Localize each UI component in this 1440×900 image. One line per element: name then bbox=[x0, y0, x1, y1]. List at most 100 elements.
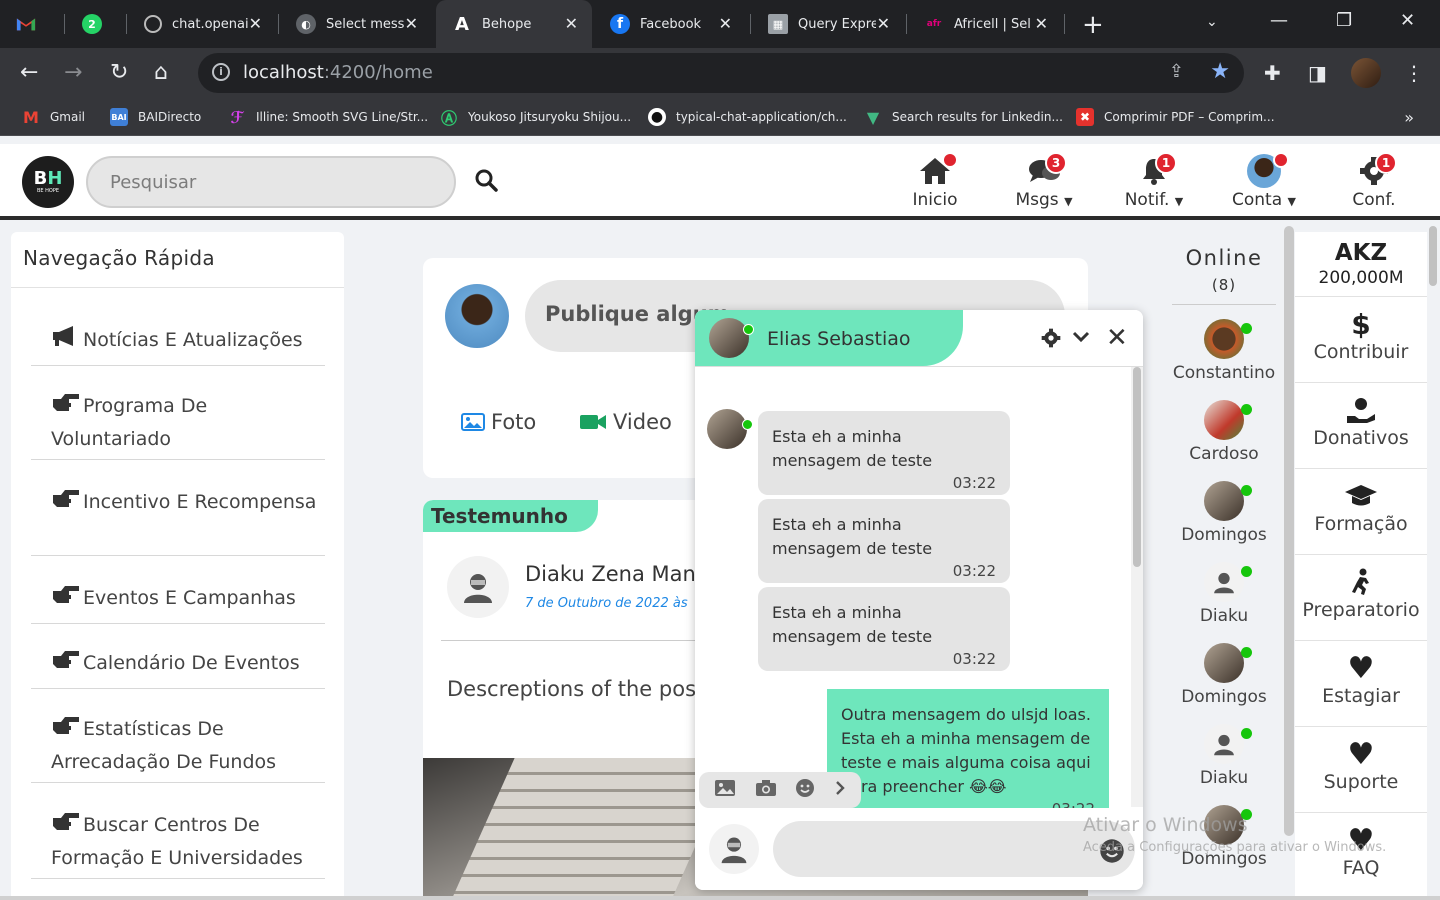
gear-icon[interactable] bbox=[1041, 328, 1061, 352]
window-close-icon[interactable]: ✕ bbox=[1400, 10, 1415, 31]
bookmark-baidirecto[interactable]: BAI BAIDirecto bbox=[110, 108, 201, 126]
image-icon[interactable] bbox=[714, 779, 736, 801]
contact-avatar[interactable] bbox=[709, 318, 749, 358]
sidebar-item-buscar-centros[interactable]: Buscar Centros De Formação E Universidad… bbox=[31, 809, 325, 879]
tab-label: Facebook bbox=[640, 16, 702, 32]
bookmark-comprimir-pdf[interactable]: ✖ Comprimir PDF – Comprim... bbox=[1076, 108, 1275, 126]
tab-africell[interactable]: afr Africell | Sel ✕ bbox=[908, 0, 1062, 48]
bookmark-linkedin-search[interactable]: ▼ Search results for Linkedin... bbox=[864, 108, 1063, 127]
sidebar-item-calendario[interactable]: Calendário De Eventos bbox=[31, 647, 325, 689]
message-input[interactable] bbox=[773, 821, 1135, 877]
tab-behope[interactable]: A Behope ✕ bbox=[436, 0, 592, 48]
tab-chat-openai[interactable]: chat.openai.c ✕ bbox=[128, 0, 276, 48]
bottom-border bbox=[0, 896, 1440, 900]
dollar-icon: $ bbox=[1351, 307, 1371, 341]
close-icon[interactable]: ✕ bbox=[405, 14, 418, 33]
tab-label: Africell | Sel bbox=[954, 16, 1031, 32]
search-icon[interactable] bbox=[474, 168, 498, 196]
sidebar-item-eventos[interactable]: Eventos E Campanhas bbox=[31, 582, 325, 624]
sidebar-item-estatisticas[interactable]: Estatísticas De Arrecadação De Fundos bbox=[31, 713, 325, 783]
site-info-icon[interactable]: i bbox=[212, 63, 230, 81]
maximize-icon[interactable]: ❐ bbox=[1336, 10, 1352, 31]
address-bar[interactable]: i localhost:4200/home ⇪ ★ bbox=[198, 53, 1244, 93]
side-panel-icon[interactable]: ◨ bbox=[1308, 61, 1327, 85]
online-user[interactable]: Domingos bbox=[1160, 481, 1288, 545]
user-placeholder-icon bbox=[464, 574, 492, 603]
video-button[interactable]: Video bbox=[579, 410, 672, 434]
online-indicator bbox=[1241, 647, 1252, 658]
chevron-down-icon[interactable] bbox=[1072, 328, 1090, 350]
gmail-icon: M bbox=[23, 107, 39, 127]
menu-estagiar[interactable]: ♥ Estagiar bbox=[1295, 640, 1427, 707]
nav-conta[interactable]: Conta ▼ bbox=[1219, 152, 1309, 210]
sidebar-item-voluntariado[interactable]: Programa De Voluntariado bbox=[31, 390, 325, 460]
bookmark-gmail[interactable]: M Gmail bbox=[22, 107, 85, 127]
tab-separator bbox=[906, 14, 907, 34]
chevron-right-icon[interactable] bbox=[834, 780, 846, 800]
home-icon[interactable]: ⌂ bbox=[154, 60, 168, 85]
forward-icon[interactable]: → bbox=[64, 60, 82, 85]
chat-contact-name[interactable]: Elias Sebastiao bbox=[767, 328, 911, 350]
online-user[interactable]: Constantino bbox=[1160, 319, 1288, 383]
hand-pointing-icon bbox=[51, 487, 83, 519]
tab-select-messages[interactable]: ◐ Select messa ✕ bbox=[280, 0, 432, 48]
online-user[interactable]: Diaku bbox=[1160, 562, 1288, 626]
menu-kebab-icon[interactable]: ⋮ bbox=[1404, 61, 1424, 85]
back-icon[interactable]: ← bbox=[20, 60, 38, 85]
sidebar-item-incentivo[interactable]: Incentivo E Recompensa bbox=[31, 486, 325, 556]
tab-search-chevron-icon[interactable]: ⌄ bbox=[1206, 14, 1218, 30]
menu-formacao[interactable]: Formação bbox=[1295, 468, 1427, 535]
menu-preparatorio[interactable]: Preparatorio bbox=[1295, 554, 1427, 621]
close-icon[interactable]: ✕ bbox=[719, 14, 732, 33]
nav-conf[interactable]: 1 Conf. bbox=[1329, 152, 1419, 210]
gmail-icon bbox=[16, 14, 36, 34]
new-tab-icon[interactable]: + bbox=[1082, 10, 1104, 40]
online-user[interactable]: Domingos bbox=[1160, 643, 1288, 707]
bookmark-github[interactable]: ● typical-chat-application/ch... bbox=[648, 108, 847, 126]
close-icon[interactable]: ✕ bbox=[565, 14, 578, 33]
behope-logo[interactable]: BH BE HOPE bbox=[22, 156, 74, 208]
menu-suporte[interactable]: ♥ Suporte bbox=[1295, 726, 1427, 793]
share-icon[interactable]: ⇪ bbox=[1169, 61, 1184, 82]
post-author[interactable]: Diaku Zena Manu bbox=[525, 562, 709, 586]
tab-gmail[interactable] bbox=[0, 0, 64, 48]
page-scrollbar[interactable] bbox=[1427, 226, 1440, 900]
nav-msgs[interactable]: 3 Msgs ▼ bbox=[999, 152, 1089, 210]
chat-scrollbar[interactable] bbox=[1131, 367, 1143, 807]
reload-icon[interactable]: ↻ bbox=[110, 60, 128, 85]
photo-button[interactable]: Foto bbox=[461, 410, 536, 434]
author-avatar[interactable] bbox=[447, 556, 509, 618]
close-icon[interactable]: ✕ bbox=[877, 14, 890, 33]
tab-query-express[interactable]: ▦ Query Expre ✕ bbox=[752, 0, 904, 48]
menu-donativos[interactable]: Donativos bbox=[1295, 382, 1427, 449]
more-bookmarks-icon[interactable]: » bbox=[1404, 108, 1414, 127]
profile-avatar[interactable] bbox=[1351, 58, 1381, 88]
minimize-icon[interactable]: — bbox=[1270, 10, 1288, 31]
bookmark-illine[interactable]: ℱ Illine: Smooth SVG Line/Str... bbox=[228, 108, 429, 127]
bookmark-star-icon[interactable]: ★ bbox=[1210, 59, 1230, 84]
emoji-icon[interactable] bbox=[795, 778, 815, 802]
tab-facebook[interactable]: f Facebook ✕ bbox=[594, 0, 746, 48]
nav-inicio[interactable]: Inicio bbox=[890, 152, 980, 210]
camera-icon[interactable] bbox=[755, 779, 777, 801]
bookmark-youkoso[interactable]: Ⓐ Youkoso Jitsuryoku Shijou... bbox=[440, 108, 631, 128]
online-scrollbar[interactable] bbox=[1283, 226, 1295, 900]
search-input[interactable] bbox=[86, 156, 456, 208]
online-user[interactable]: Cardoso bbox=[1160, 400, 1288, 464]
menu-contribuir[interactable]: $ Contribuir bbox=[1295, 296, 1427, 363]
caret-down-icon: ▼ bbox=[1064, 195, 1073, 208]
close-icon[interactable]: ✕ bbox=[249, 14, 262, 33]
user-avatar[interactable] bbox=[445, 284, 509, 348]
baidirecto-icon: BAI bbox=[110, 108, 128, 126]
nav-notif[interactable]: 1 Notif. ▼ bbox=[1109, 152, 1199, 210]
tab-whatsapp[interactable]: 2 bbox=[66, 0, 126, 48]
anime-site-icon: Ⓐ bbox=[440, 109, 457, 128]
sidebar-item-noticias[interactable]: Notícias E Atualizações bbox=[31, 324, 325, 366]
extensions-icon[interactable]: ✚ bbox=[1264, 61, 1281, 85]
online-user[interactable]: Diaku bbox=[1160, 724, 1288, 788]
video-camera-icon bbox=[580, 415, 606, 429]
close-icon[interactable]: ✕ bbox=[1035, 14, 1048, 33]
close-icon[interactable]: ✕ bbox=[1106, 323, 1128, 353]
chat-messages[interactable]: Esta eh a minha mensagem de teste 03:22 … bbox=[695, 366, 1143, 821]
message-avatar bbox=[707, 409, 747, 449]
